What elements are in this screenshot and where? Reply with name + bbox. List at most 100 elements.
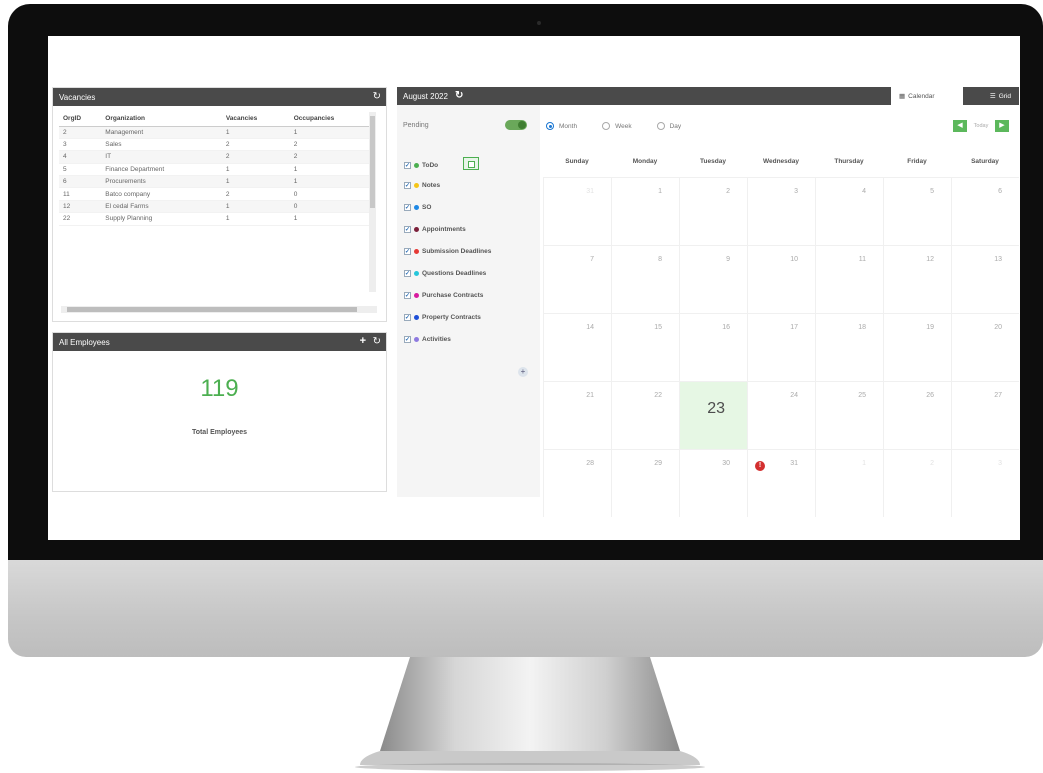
vacancies-table: OrgID Organization Vacancies Occupancies… [59,112,375,226]
calendar-day[interactable]: 3 [951,449,1019,517]
filter-appointments[interactable]: ✓ Appointments [404,223,466,235]
table-row[interactable]: 2 Management 1 1 [59,126,375,139]
checkbox-icon[interactable]: ✓ [404,161,411,169]
filter-activities[interactable]: ✓ Activities [404,333,451,345]
refresh-icon[interactable]: ↻ [455,90,463,101]
column-header[interactable]: Vacancies [221,112,290,127]
view-day-radio[interactable]: Day [656,122,681,130]
calendar-day[interactable]: 20 [951,313,1019,381]
calendar-day[interactable]: 11 [815,245,883,313]
cell: El cedal Farms [101,200,222,214]
checkbox-icon[interactable]: ✓ [404,313,411,321]
tab-grid[interactable]: ☰ Grid [963,87,1019,105]
calendar-day[interactable]: 30 [679,449,747,517]
add-todo-button[interactable] [463,157,479,170]
checkbox-icon[interactable]: ✓ [404,203,411,211]
calendar-day[interactable]: 13 [951,245,1019,313]
day-number: 30 [722,460,730,467]
checkbox-icon[interactable]: ✓ [404,291,411,299]
checkbox-icon[interactable]: ✓ [404,247,411,255]
calendar-day[interactable]: 15 [611,313,679,381]
scrollbar-thumb[interactable] [67,307,357,312]
filter-purchase-contracts[interactable]: ✓ Purchase Contracts [404,289,483,301]
calendar-day[interactable]: 31 [543,177,611,245]
calendar-day[interactable]: 12 [883,245,951,313]
calendar-day[interactable]: 16 [679,313,747,381]
today-button[interactable]: Today [969,120,993,132]
calendar-day[interactable]: 8 [611,245,679,313]
calendar-day[interactable]: 26 [883,381,951,449]
checkbox-icon[interactable]: ✓ [404,335,411,343]
table-row[interactable]: 6 Procurements 1 1 [59,175,375,189]
calendar-day[interactable]: 31! [747,449,815,517]
calendar-day[interactable]: 5 [883,177,951,245]
day-number: 14 [586,324,594,331]
table-row[interactable]: 4 IT 2 2 [59,150,375,164]
table-row[interactable]: 22 Supply Planning 1 1 [59,212,375,226]
calendar-day[interactable]: 1 [815,449,883,517]
table-row[interactable]: 5 Finance Department 1 1 [59,163,375,177]
add-filter-button[interactable]: + [518,367,528,377]
pending-toggle[interactable] [505,120,527,130]
table-row[interactable]: 3 Sales 2 2 [59,138,375,152]
checkbox-icon[interactable]: ✓ [404,269,411,277]
calendar-day[interactable]: 28 [543,449,611,517]
tab-calendar[interactable]: ▦ Calendar [891,87,963,105]
filter-so[interactable]: ✓ SO [404,201,431,213]
calendar-day[interactable]: 29 [611,449,679,517]
calendar-day[interactable]: 2 [679,177,747,245]
checkbox-icon[interactable]: ✓ [404,225,411,233]
calendar-day[interactable]: 4 [815,177,883,245]
view-month-radio[interactable]: Month [546,122,577,130]
filter-label: Activities [422,335,451,343]
cell: 2 [289,138,375,152]
column-header[interactable]: OrgID [59,112,102,127]
weekday-header: Monday [632,158,658,165]
employee-count: 119 [200,375,239,402]
day-number: 20 [994,324,1002,331]
vertical-scrollbar[interactable] [369,112,376,292]
calendar-day[interactable]: 6 [951,177,1019,245]
horizontal-scrollbar[interactable] [61,306,377,313]
plus-icon[interactable]: + [360,335,366,347]
cell: 1 [289,175,375,189]
calendar-day[interactable]: 14 [543,313,611,381]
prev-month-button[interactable]: ◀ [953,120,967,132]
filter-todo[interactable]: ✓ ToDo [404,159,438,171]
calendar-day[interactable]: 18 [815,313,883,381]
filter-submission-deadlines[interactable]: ✓ Submission Deadlines [404,245,491,257]
calendar-day-today[interactable]: 23 [679,381,747,449]
calendar-day[interactable]: 2 [883,449,951,517]
calendar-day[interactable]: 9 [679,245,747,313]
calendar-day[interactable]: 24 [747,381,815,449]
calendar-day[interactable]: 19 [883,313,951,381]
calendar-day[interactable]: 10 [747,245,815,313]
calendar-day[interactable]: 22 [611,381,679,449]
alert-icon[interactable]: ! [755,461,765,471]
calendar-day[interactable]: 27 [951,381,1019,449]
calendar-day[interactable]: 7 [543,245,611,313]
employees-title: All Employees [59,337,110,347]
calendar-day[interactable]: 25 [815,381,883,449]
cell: Procurements [101,175,222,189]
filter-questions-deadlines[interactable]: ✓ Questions Deadlines [404,267,486,279]
calendar-day[interactable]: 21 [543,381,611,449]
filter-notes[interactable]: ✓ Notes [404,179,440,191]
refresh-icon[interactable]: ↻ [373,336,381,348]
calendar-day[interactable]: 1 [611,177,679,245]
next-month-button[interactable]: ▶ [995,120,1009,132]
day-number: 1 [862,460,866,467]
weekday-header: Wednesday [762,158,799,165]
view-week-radio[interactable]: Week [602,122,632,130]
scrollbar-thumb[interactable] [370,116,375,208]
refresh-icon[interactable]: ↻ [373,91,381,103]
table-row[interactable]: 11 Batco company 2 0 [59,187,375,201]
column-header[interactable]: Organization [101,112,222,127]
column-header[interactable]: Occupancies [289,112,375,127]
calendar-day[interactable]: 17 [747,313,815,381]
filter-property-contracts[interactable]: ✓ Property Contracts [404,311,481,323]
cell: 1 [221,126,290,139]
table-row[interactable]: 12 El cedal Farms 1 0 [59,200,375,214]
calendar-day[interactable]: 3 [747,177,815,245]
checkbox-icon[interactable]: ✓ [404,181,411,189]
